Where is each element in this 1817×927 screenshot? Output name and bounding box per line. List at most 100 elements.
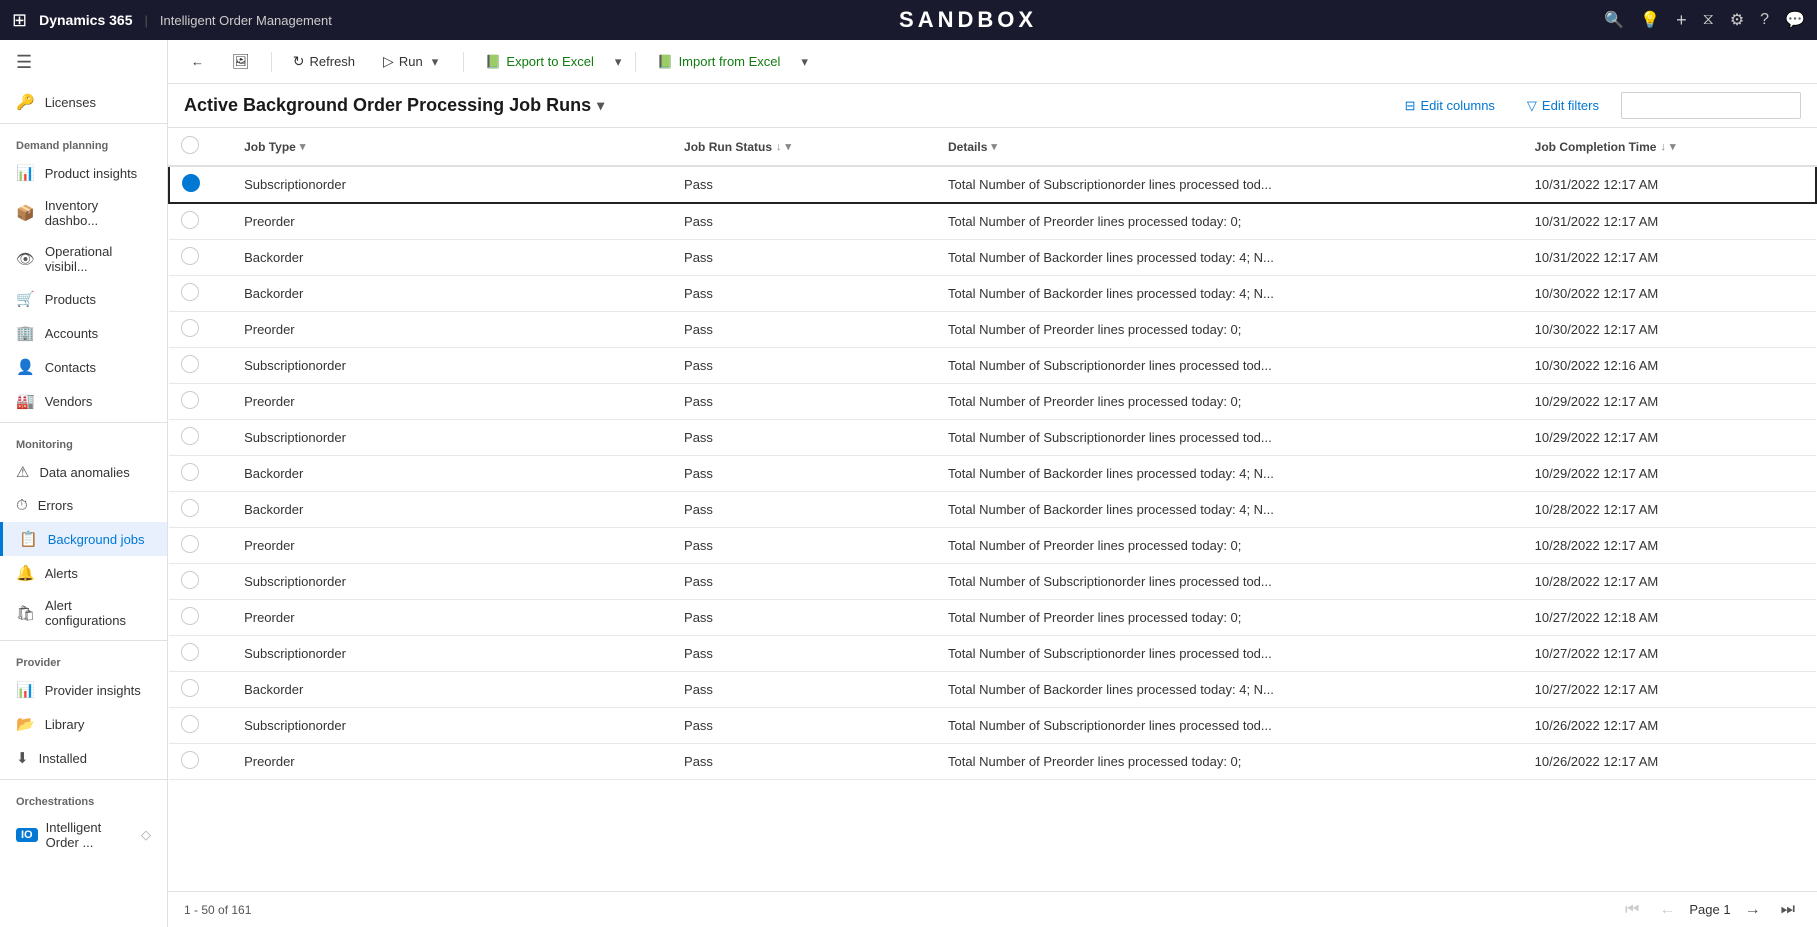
filter-icon[interactable]: ⧖ — [1703, 11, 1714, 29]
cell-status: Pass — [672, 528, 936, 564]
cell-completion-time: 10/28/2022 12:17 AM — [1523, 492, 1816, 528]
page-title: Active Background Order Processing Job R… — [184, 95, 1395, 116]
edit-columns-button[interactable]: ⊟ Edit columns — [1395, 93, 1505, 119]
import-icon: 📗 — [657, 54, 673, 70]
sidebar-item-intelligent-order[interactable]: IO Intelligent Order ... ◇ — [0, 812, 167, 858]
brand-label: Dynamics 365 — [39, 12, 132, 28]
lightbulb-icon[interactable]: 💡 — [1640, 10, 1660, 30]
first-page-button[interactable]: ⏮ — [1619, 899, 1645, 921]
table-row[interactable]: SubscriptionorderPassTotal Number of Sub… — [169, 348, 1816, 384]
row-checkbox[interactable] — [181, 499, 199, 517]
sidebar-item-library[interactable]: 📂 Library — [0, 707, 167, 741]
sidebar-item-operational-visibility[interactable]: 👁 Operational visibil... — [0, 236, 167, 282]
sidebar-hamburger[interactable]: ☰ — [0, 40, 167, 85]
table-row[interactable]: BackorderPassTotal Number of Backorder l… — [169, 276, 1816, 312]
toolbar-sep-2 — [463, 52, 464, 72]
sidebar-item-alert-configurations[interactable]: 🛍 Alert configurations — [0, 590, 167, 636]
cell-completion-time: 10/29/2022 12:17 AM — [1523, 384, 1816, 420]
export-excel-button[interactable]: 📗 Export to Excel — [474, 48, 605, 76]
row-checkbox[interactable] — [181, 571, 199, 589]
row-checkbox[interactable] — [181, 643, 199, 661]
import-excel-button[interactable]: 📗 Import from Excel — [646, 48, 791, 76]
time-sort-icon: ↓ — [1660, 141, 1666, 153]
jobtype-dropdown-icon[interactable]: ▾ — [300, 140, 306, 153]
row-checkbox[interactable] — [182, 174, 200, 192]
col-header-status[interactable]: Job Run Status ↓ ▾ — [672, 128, 936, 166]
sidebar-item-installed[interactable]: ⬇ Installed — [0, 741, 167, 775]
last-page-button[interactable]: ⏭ — [1775, 899, 1801, 921]
row-checkbox[interactable] — [181, 679, 199, 697]
row-checkbox[interactable] — [181, 355, 199, 373]
app-grid-icon[interactable]: ⊞ — [12, 10, 27, 31]
screenshot-button[interactable]: 🖼 — [221, 47, 261, 76]
table-row[interactable]: BackorderPassTotal Number of Backorder l… — [169, 672, 1816, 708]
settings-icon[interactable]: ⚙ — [1730, 10, 1744, 30]
sidebar-item-background-jobs[interactable]: 📋 Background jobs — [0, 522, 167, 556]
chat-icon[interactable]: 💬 — [1785, 10, 1805, 30]
table-row[interactable]: SubscriptionorderPassTotal Number of Sub… — [169, 708, 1816, 744]
table-row[interactable]: BackorderPassTotal Number of Backorder l… — [169, 492, 1816, 528]
table-row[interactable]: PreorderPassTotal Number of Preorder lin… — [169, 744, 1816, 780]
sidebar-item-alerts[interactable]: 🔔 Alerts — [0, 556, 167, 590]
add-icon[interactable]: + — [1676, 10, 1687, 31]
pagination-info: 1 - 50 of 161 — [184, 903, 251, 917]
table-row[interactable]: PreorderPassTotal Number of Preorder lin… — [169, 203, 1816, 240]
table-row[interactable]: PreorderPassTotal Number of Preorder lin… — [169, 384, 1816, 420]
prev-page-button[interactable]: ← — [1653, 899, 1681, 921]
table-row[interactable]: SubscriptionorderPassTotal Number of Sub… — [169, 636, 1816, 672]
table-row[interactable]: PreorderPassTotal Number of Preorder lin… — [169, 600, 1816, 636]
details-dropdown-icon[interactable]: ▾ — [991, 140, 997, 153]
sidebar-item-inventory-dashboard[interactable]: 📦 Inventory dashbo... — [0, 190, 167, 236]
row-checkbox[interactable] — [181, 247, 199, 265]
select-all-checkbox[interactable] — [181, 136, 199, 154]
table-row[interactable]: BackorderPassTotal Number of Backorder l… — [169, 456, 1816, 492]
row-checkbox[interactable] — [181, 535, 199, 553]
edit-filters-button[interactable]: ▽ Edit filters — [1517, 93, 1609, 119]
status-dropdown-icon[interactable]: ▾ — [786, 140, 792, 153]
row-checkbox[interactable] — [181, 463, 199, 481]
sidebar-item-contacts[interactable]: 👤 Contacts — [0, 350, 167, 384]
row-checkbox[interactable] — [181, 715, 199, 733]
sandbox-label: SANDBOX — [344, 7, 1592, 33]
help-icon[interactable]: ? — [1760, 11, 1769, 29]
row-checkbox[interactable] — [181, 391, 199, 409]
table-row[interactable]: PreorderPassTotal Number of Preorder lin… — [169, 528, 1816, 564]
refresh-button[interactable]: ↻ Refresh — [282, 47, 366, 76]
search-input[interactable] — [1621, 92, 1801, 119]
row-checkbox[interactable] — [181, 283, 199, 301]
header-checkbox[interactable] — [169, 128, 232, 166]
sidebar-item-data-anomalies[interactable]: ⚠ Data anomalies — [0, 455, 167, 489]
cell-jobtype: Subscriptionorder — [232, 420, 672, 456]
col-header-completion-time[interactable]: Job Completion Time ↓ ▾ — [1523, 128, 1816, 166]
run-button[interactable]: ▷ Run ▾ — [372, 43, 453, 81]
col-header-details[interactable]: Details ▾ — [936, 128, 1523, 166]
table-row[interactable]: BackorderPassTotal Number of Backorder l… — [169, 240, 1816, 276]
sidebar-item-accounts[interactable]: 🏢 Accounts — [0, 316, 167, 350]
next-page-button[interactable]: → — [1739, 899, 1767, 921]
run-dropdown-icon[interactable]: ▾ — [428, 49, 443, 75]
row-checkbox[interactable] — [181, 751, 199, 769]
sidebar-item-licenses[interactable]: 🔑 Licenses — [0, 85, 167, 119]
table-row[interactable]: SubscriptionorderPassTotal Number of Sub… — [169, 420, 1816, 456]
table-row[interactable]: SubscriptionorderPassTotal Number of Sub… — [169, 166, 1816, 203]
sidebar-item-products[interactable]: 🛒 Products — [0, 282, 167, 316]
time-dropdown-icon[interactable]: ▾ — [1670, 140, 1676, 153]
table-row[interactable]: SubscriptionorderPassTotal Number of Sub… — [169, 564, 1816, 600]
row-checkbox[interactable] — [181, 607, 199, 625]
table-row[interactable]: PreorderPassTotal Number of Preorder lin… — [169, 312, 1816, 348]
export-dropdown-icon[interactable]: ▾ — [611, 49, 626, 75]
sidebar-item-vendors[interactable]: 🏭 Vendors — [0, 384, 167, 418]
sidebar-item-product-insights[interactable]: 📊 Product insights — [0, 156, 167, 190]
row-checkbox[interactable] — [181, 319, 199, 337]
col-header-jobtype[interactable]: Job Type ▾ — [232, 128, 672, 166]
import-dropdown-icon[interactable]: ▾ — [797, 49, 812, 75]
app-name-label[interactable]: Intelligent Order Management — [160, 13, 332, 28]
row-checkbox[interactable] — [181, 211, 199, 229]
cell-completion-time: 10/29/2022 12:17 AM — [1523, 456, 1816, 492]
search-icon[interactable]: 🔍 — [1604, 10, 1624, 30]
page-title-chevron[interactable]: ▾ — [597, 97, 604, 114]
back-button[interactable]: ← — [180, 48, 215, 75]
row-checkbox[interactable] — [181, 427, 199, 445]
sidebar-item-errors[interactable]: ⏱ Errors — [0, 489, 167, 522]
sidebar-item-provider-insights[interactable]: 📊 Provider insights — [0, 673, 167, 707]
